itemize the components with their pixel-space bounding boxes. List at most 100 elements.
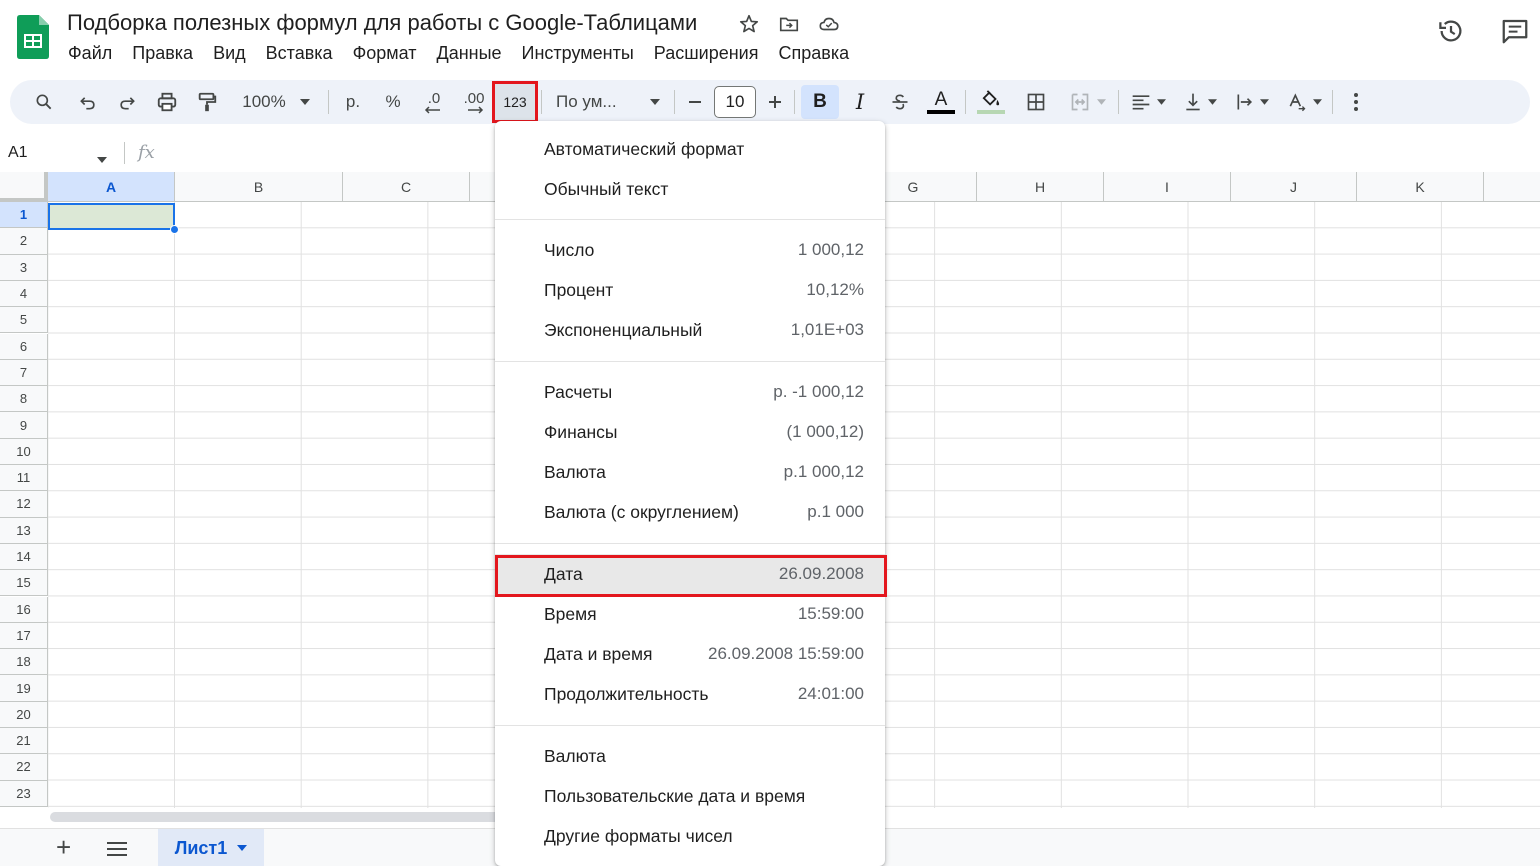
- row-header[interactable]: 3: [0, 254, 48, 281]
- menu-item-duration[interactable]: Продолжительность 24:01:00: [495, 674, 885, 714]
- menu-insert[interactable]: Вставка: [256, 40, 343, 67]
- menu-edit[interactable]: Правка: [122, 40, 203, 67]
- star-icon[interactable]: [737, 12, 761, 36]
- italic-button[interactable]: I: [847, 80, 873, 124]
- menu-help[interactable]: Справка: [768, 40, 859, 67]
- horizontal-align-icon[interactable]: [1128, 80, 1168, 124]
- menu-file[interactable]: Файл: [58, 40, 122, 67]
- sheet-tab-active[interactable]: Лист1: [158, 829, 264, 866]
- document-title[interactable]: Подборка полезных формул для работы с Go…: [67, 10, 697, 36]
- menu-item-scientific[interactable]: Экспоненциальный 1,01E+03: [495, 310, 885, 350]
- chevron-down-icon: [1207, 99, 1217, 105]
- decrease-decimal-button[interactable]: .0: [420, 80, 448, 124]
- row-header[interactable]: 20: [0, 701, 48, 728]
- menu-data[interactable]: Данные: [427, 40, 512, 67]
- column-header-k[interactable]: K: [1357, 172, 1484, 202]
- menu-item-plain-text[interactable]: Обычный текст: [495, 169, 885, 209]
- row-header[interactable]: 19: [0, 675, 48, 702]
- row-header[interactable]: 7: [0, 359, 48, 387]
- menu-item-number[interactable]: Число 1 000,12: [495, 230, 885, 270]
- text-wrapping-icon[interactable]: [1232, 80, 1272, 124]
- row-header[interactable]: 14: [0, 543, 48, 571]
- row-header[interactable]: 21: [0, 728, 48, 755]
- sheet-tab-label: Лист1: [174, 837, 228, 858]
- borders-icon[interactable]: [1022, 80, 1050, 124]
- row-header[interactable]: 12: [0, 491, 48, 518]
- select-all-corner[interactable]: [0, 172, 48, 202]
- move-to-folder-icon[interactable]: [777, 12, 801, 36]
- text-rotation-icon[interactable]: [1284, 80, 1324, 124]
- column-header-i[interactable]: I: [1104, 172, 1231, 202]
- menu-item-percent[interactable]: Процент 10,12%: [495, 270, 885, 310]
- more-options-icon[interactable]: [1344, 80, 1368, 124]
- merge-cells-icon[interactable]: [1064, 80, 1110, 124]
- text-color-button[interactable]: A: [926, 80, 956, 124]
- menu-item-accounting[interactable]: Расчеты р. -1 000,12: [495, 372, 885, 412]
- menu-item-custom-currency[interactable]: Валюта: [495, 736, 885, 776]
- column-header-b[interactable]: B: [175, 172, 343, 202]
- menu-item-date-time[interactable]: Дата и время 26.09.2008 15:59:00: [495, 634, 885, 674]
- fill-color-icon[interactable]: [976, 80, 1006, 124]
- menu-item-time[interactable]: Время 15:59:00: [495, 594, 885, 634]
- fill-handle[interactable]: [170, 225, 179, 234]
- comments-icon[interactable]: [1500, 16, 1530, 46]
- row-header[interactable]: 18: [0, 649, 48, 676]
- cloud-saved-icon[interactable]: [817, 12, 841, 36]
- row-header[interactable]: 23: [0, 780, 48, 807]
- column-header-c[interactable]: C: [343, 172, 470, 202]
- currency-format-button[interactable]: р.: [340, 80, 366, 124]
- font-size-input[interactable]: 10: [714, 86, 756, 118]
- menu-view[interactable]: Вид: [203, 40, 256, 67]
- menu-item-currency-rounded[interactable]: Валюта (с округлением) р.1 000: [495, 492, 885, 532]
- row-header[interactable]: 5: [0, 307, 48, 334]
- add-sheet-icon[interactable]: +: [56, 834, 71, 860]
- search-icon[interactable]: [30, 80, 58, 124]
- row-header[interactable]: 1: [0, 202, 48, 229]
- row-header[interactable]: 8: [0, 386, 48, 413]
- row-header[interactable]: 11: [0, 465, 48, 492]
- menu-item-automatic-format[interactable]: Автоматический формат: [495, 129, 885, 169]
- row-header[interactable]: 22: [0, 754, 48, 781]
- menu-tools[interactable]: Инструменты: [512, 40, 644, 67]
- bold-button[interactable]: B: [801, 85, 839, 119]
- menu-item-custom-date-time[interactable]: Пользовательские дата и время: [495, 776, 885, 816]
- google-sheets-logo[interactable]: [17, 15, 49, 59]
- horizontal-scrollbar[interactable]: [50, 812, 510, 822]
- increase-decimal-button[interactable]: .00: [458, 80, 490, 124]
- menu-extensions[interactable]: Расширения: [644, 40, 769, 67]
- column-header-h[interactable]: H: [977, 172, 1104, 202]
- decrease-font-size-button[interactable]: [684, 80, 706, 124]
- increase-font-size-button[interactable]: [764, 80, 786, 124]
- column-header-a[interactable]: A: [48, 172, 175, 202]
- font-family-select[interactable]: По ум...: [556, 80, 660, 124]
- menu-format[interactable]: Формат: [343, 40, 427, 67]
- percent-format-button[interactable]: %: [380, 80, 406, 124]
- print-icon[interactable]: [153, 80, 181, 124]
- column-header-j[interactable]: J: [1231, 172, 1357, 202]
- all-sheets-icon[interactable]: [106, 841, 128, 862]
- undo-icon[interactable]: [74, 80, 102, 124]
- row-header[interactable]: 9: [0, 412, 48, 439]
- row-header[interactable]: 17: [0, 622, 48, 650]
- row-header[interactable]: 2: [0, 228, 48, 255]
- name-box[interactable]: A1: [8, 144, 28, 162]
- column-header-l[interactable]: [1484, 172, 1540, 202]
- format-example: 24:01:00: [797, 684, 864, 703]
- strikethrough-icon[interactable]: [887, 80, 913, 124]
- row-header[interactable]: 15: [0, 570, 48, 597]
- redo-icon[interactable]: [113, 80, 141, 124]
- menu-item-financial[interactable]: Финансы (1 000,12): [495, 412, 885, 452]
- selected-cell-a1[interactable]: [48, 203, 175, 230]
- row-header[interactable]: 16: [0, 596, 48, 623]
- chevron-down-icon[interactable]: [97, 150, 107, 168]
- menu-item-currency[interactable]: Валюта р.1 000,12: [495, 452, 885, 492]
- vertical-align-icon[interactable]: [1180, 80, 1220, 124]
- zoom-select[interactable]: 100%: [232, 80, 320, 124]
- version-history-icon[interactable]: [1436, 16, 1466, 46]
- menu-item-more-formats[interactable]: Другие форматы чисел: [495, 816, 885, 856]
- paint-format-icon[interactable]: [193, 80, 221, 124]
- row-header[interactable]: 13: [0, 517, 48, 544]
- row-header[interactable]: 6: [0, 333, 48, 360]
- row-header[interactable]: 10: [0, 438, 48, 465]
- row-header[interactable]: 4: [0, 280, 48, 308]
